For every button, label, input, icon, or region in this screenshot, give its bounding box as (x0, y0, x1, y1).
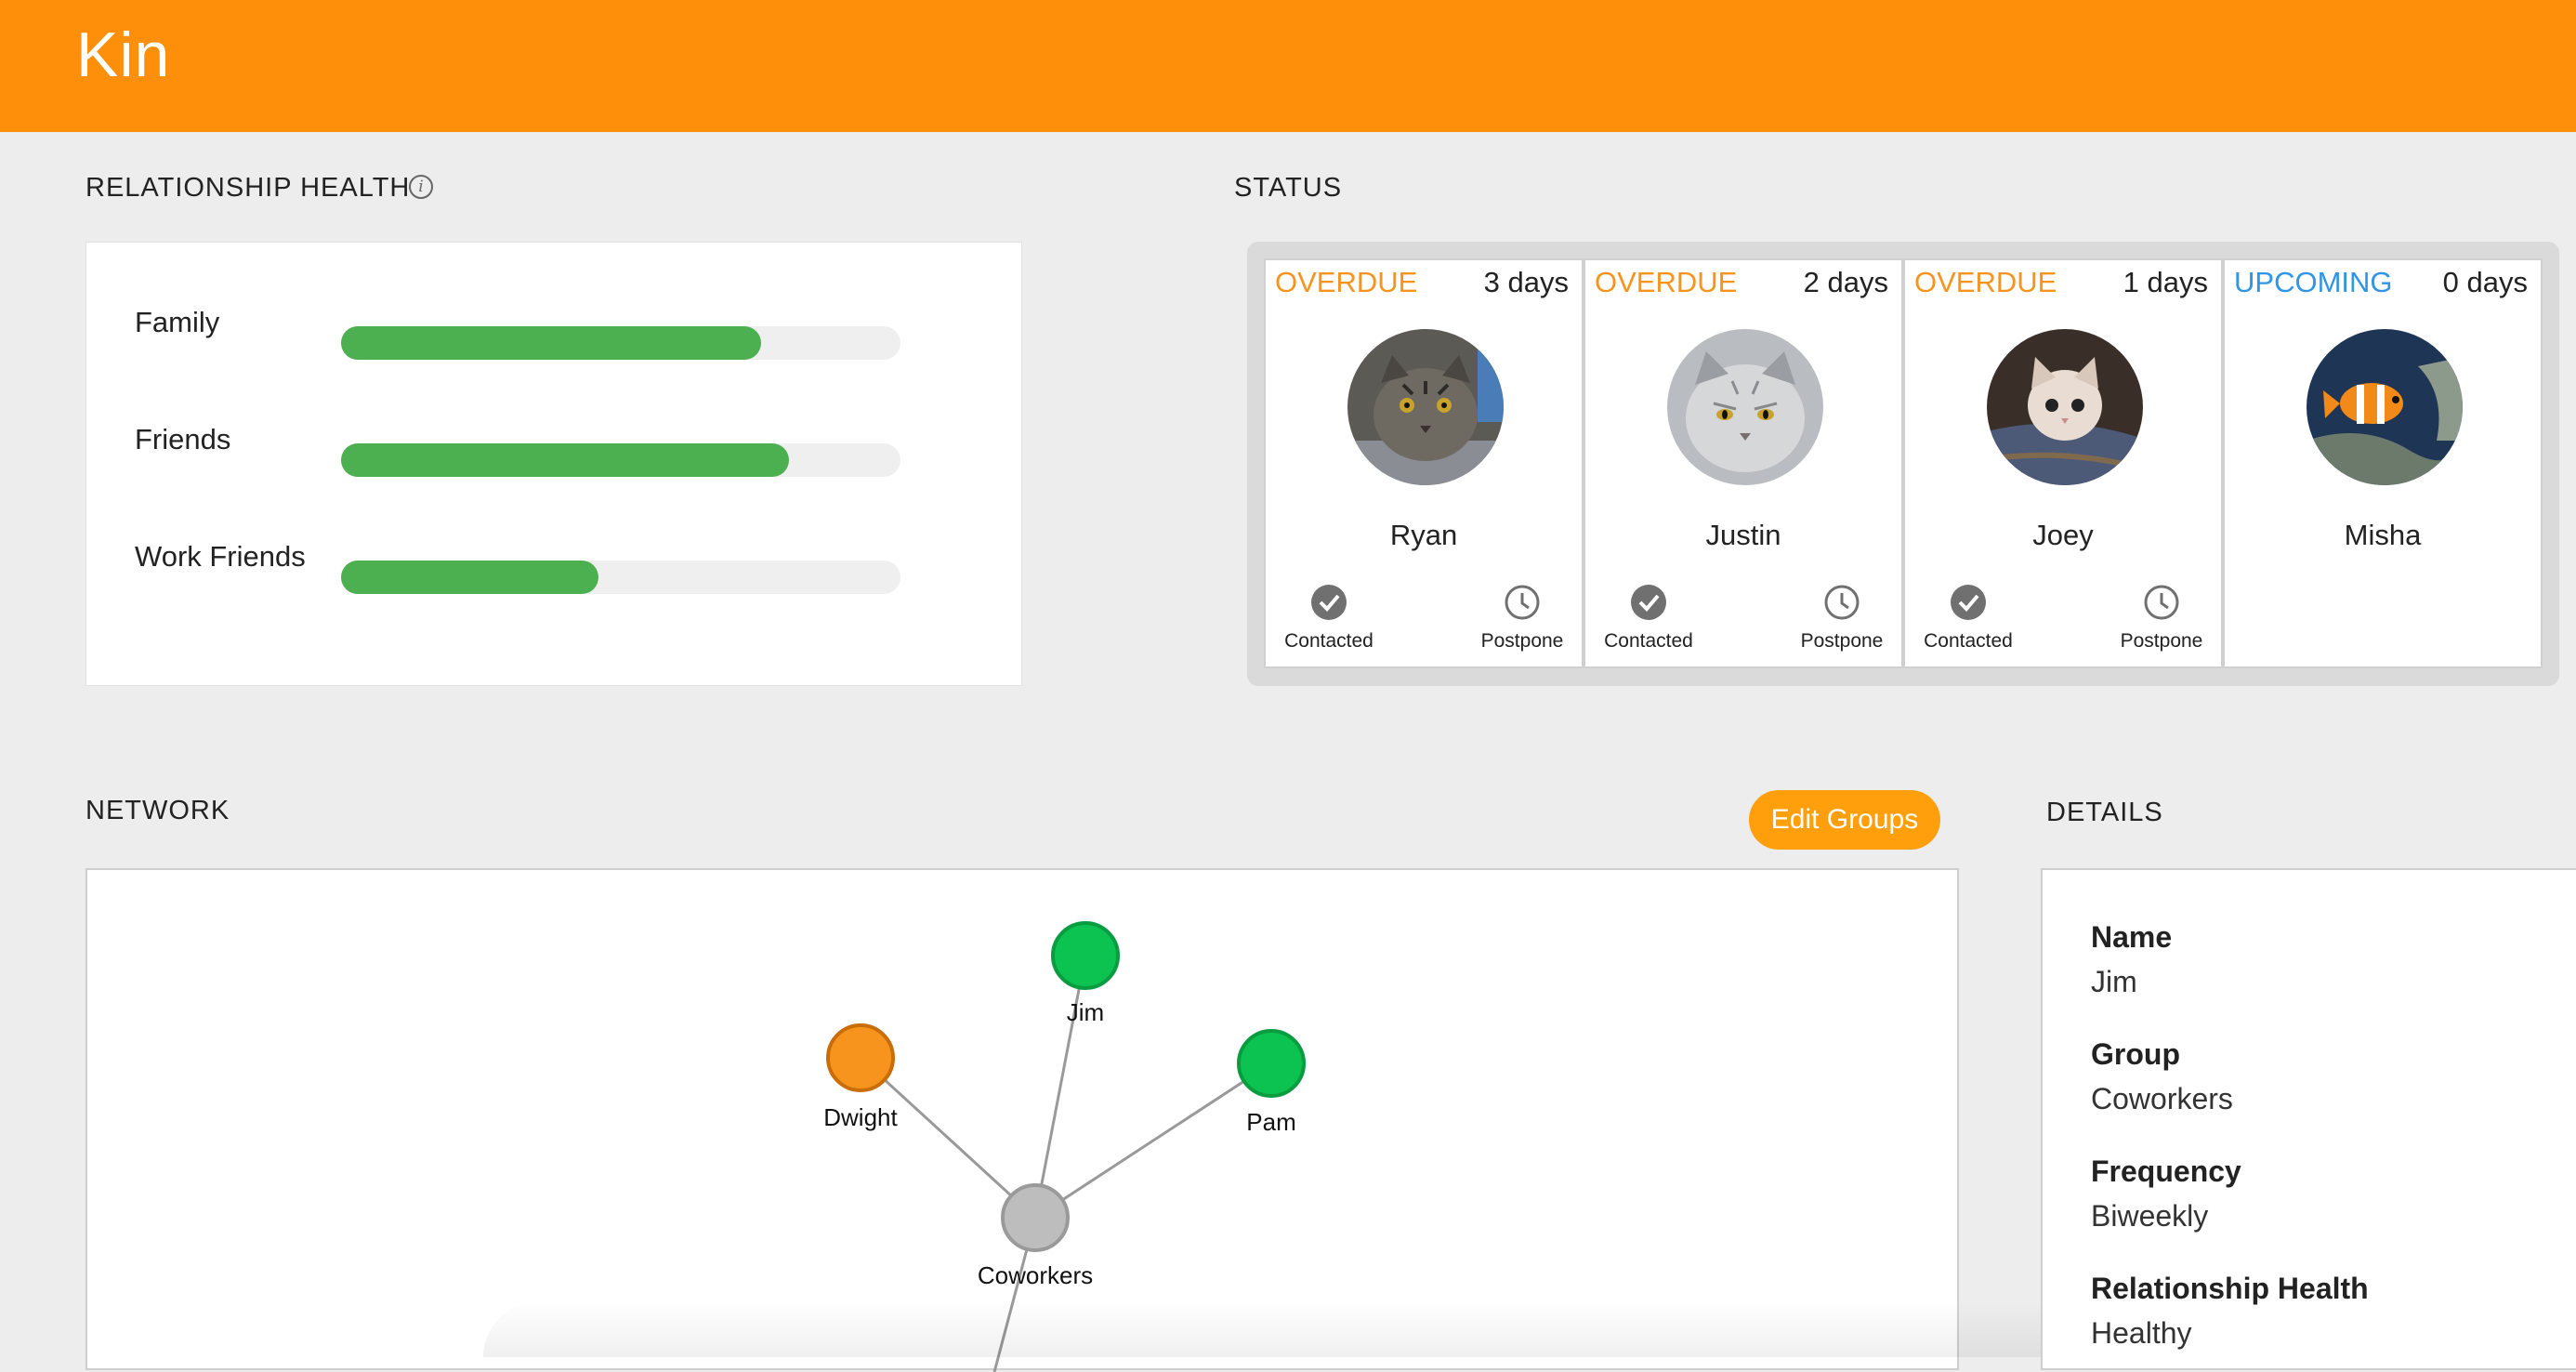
detail-key-name: Name (2091, 920, 2173, 954)
node-label: Jim (1067, 998, 1104, 1026)
status-panel: OVERDUE 3 days Ryan Contacted Postpone O… (1247, 242, 2559, 686)
contacted-button[interactable]: Contacted (1273, 584, 1385, 653)
network-graph-canvas: Jim Dwight Pam Coworkers (823, 921, 1306, 1372)
node-jim[interactable]: Jim (1051, 921, 1120, 1026)
node-dwight[interactable]: Dwight (823, 1023, 899, 1131)
detail-key-frequency: Frequency (2091, 1154, 2241, 1188)
relationship-health-card: Family Friends Work Friends (85, 242, 1022, 686)
detail-value-frequency: Biweekly (2091, 1199, 2209, 1233)
health-bar-work-friends (341, 561, 900, 594)
status-title: STATUS (1234, 173, 1343, 203)
clock-icon (2144, 585, 2179, 620)
node-circle[interactable] (1001, 1183, 1070, 1252)
postpone-button[interactable]: Postpone (1466, 584, 1578, 653)
edge-jim (1033, 955, 1087, 1219)
details-panel: Name Jim Group Coworkers Frequency Biwee… (2041, 868, 2576, 1370)
status-tag: OVERDUE (1275, 266, 1418, 298)
detail-value-relationship-health: Healthy (2091, 1316, 2192, 1350)
detail-value-group: Coworkers (2091, 1082, 2233, 1115)
check-circle-icon (1951, 585, 1986, 620)
postpone-button[interactable]: Postpone (1786, 584, 1898, 653)
info-icon[interactable]: i (409, 175, 433, 199)
contacted-button[interactable]: Contacted (1912, 584, 2024, 653)
health-bar-fill (341, 326, 761, 360)
status-tag: UPCOMING (2234, 266, 2393, 298)
edit-groups-button[interactable]: Edit Groups (1749, 790, 1940, 850)
status-days: 2 days (1803, 266, 1888, 298)
avatar (1347, 329, 1504, 485)
postpone-button[interactable]: Postpone (2106, 584, 2217, 653)
detail-value-name: Jim (2091, 965, 2137, 998)
contacted-label: Contacted (1924, 630, 2013, 652)
relationship-health-title: RELATIONSHIP HEALTH (85, 173, 411, 203)
contacted-label: Contacted (1604, 630, 1693, 652)
status-card-justin[interactable]: OVERDUE 2 days Justin Contacted Postpone (1584, 258, 1903, 668)
health-bar-fill (341, 443, 789, 477)
contact-name: Misha (2344, 519, 2422, 551)
network-graph[interactable]: Jim Dwight Pam Coworkers (85, 868, 1959, 1372)
status-card-joey[interactable]: OVERDUE 1 days Joey Contacted Postpone (1903, 258, 2223, 668)
app-header: Kin (0, 0, 2576, 132)
node-circle[interactable] (826, 1023, 895, 1092)
network-title: NETWORK (85, 796, 230, 825)
avatar (2307, 329, 2463, 485)
status-card-ryan[interactable]: OVERDUE 3 days Ryan Contacted Postpone (1264, 258, 1584, 668)
contact-name: Justin (1705, 519, 1781, 551)
app-logo-title[interactable]: Kin (76, 19, 170, 91)
check-circle-icon (1311, 585, 1347, 620)
contact-name: Ryan (1389, 519, 1458, 551)
edge-dwight (859, 1056, 1037, 1220)
status-days: 3 days (1483, 266, 1569, 298)
node-label: Pam (1246, 1108, 1295, 1136)
detail-key-group: Group (2091, 1037, 2180, 1071)
postpone-label: Postpone (2120, 630, 2203, 652)
status-card-misha[interactable]: UPCOMING 0 days Misha (2223, 258, 2543, 668)
check-circle-icon (1631, 585, 1666, 620)
health-label-work-friends: Work Friends (135, 540, 306, 573)
postpone-label: Postpone (1800, 630, 1884, 652)
clock-icon (1824, 585, 1860, 620)
node-circle[interactable] (1051, 921, 1120, 990)
node-circle[interactable] (1237, 1029, 1306, 1098)
avatar (1987, 329, 2143, 485)
node-label: Coworkers (978, 1261, 1093, 1289)
health-label-friends: Friends (135, 423, 231, 455)
postpone-label: Postpone (1480, 630, 1564, 652)
avatar (1667, 329, 1823, 485)
health-bar-friends (341, 443, 900, 477)
health-bar-family (341, 326, 900, 360)
status-days: 0 days (2442, 266, 2528, 298)
contacted-button[interactable]: Contacted (1593, 584, 1704, 653)
health-bar-fill (341, 561, 598, 594)
status-tag: OVERDUE (1914, 266, 2057, 298)
node-label: Dwight (823, 1103, 898, 1131)
status-days: 1 days (2123, 266, 2208, 298)
edge-pam (1034, 1062, 1272, 1220)
health-label-family: Family (135, 306, 220, 338)
node-coworkers[interactable]: Coworkers (978, 1183, 1093, 1289)
node-pam[interactable]: Pam (1237, 1029, 1306, 1136)
contact-name: Joey (2032, 519, 2094, 551)
clock-icon (1505, 585, 1540, 620)
details-title: DETAILS (2046, 798, 2163, 827)
detail-key-relationship-health: Relationship Health (2091, 1272, 2369, 1305)
status-tag: OVERDUE (1595, 266, 1738, 298)
contacted-label: Contacted (1284, 630, 1373, 652)
